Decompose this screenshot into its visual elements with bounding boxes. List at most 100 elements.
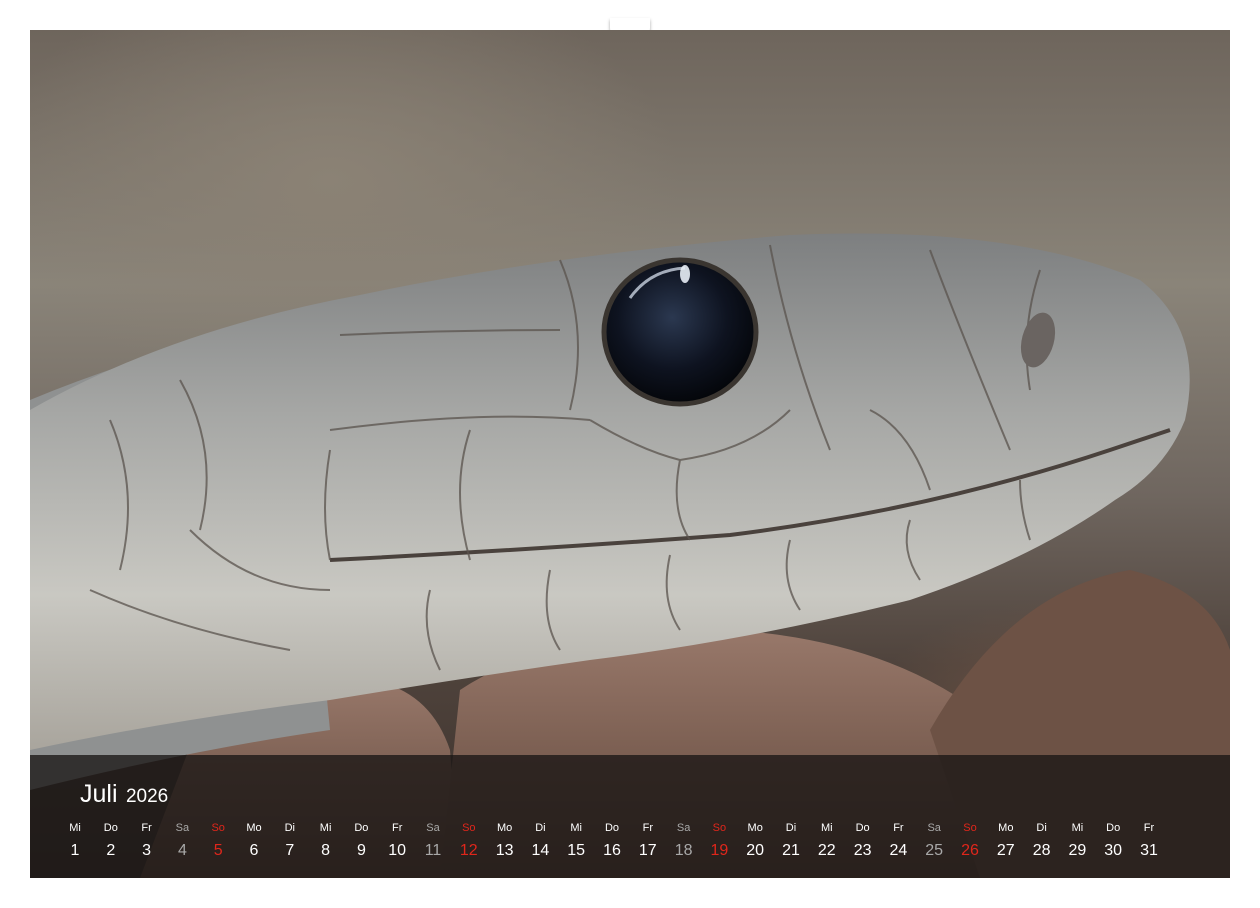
weekday-label: So bbox=[963, 822, 977, 834]
day-number: 24 bbox=[889, 842, 908, 859]
weekday-label: So bbox=[712, 822, 727, 834]
day-cell: Fr 24 bbox=[880, 820, 916, 863]
day-cell: Sa 25 bbox=[916, 820, 952, 863]
day-cell: So 5 bbox=[200, 820, 236, 863]
day-number: 26 bbox=[961, 842, 979, 859]
day-cell: So 19 bbox=[701, 820, 737, 863]
day-number: 31 bbox=[1140, 842, 1158, 859]
day-cell: Do 16 bbox=[594, 820, 630, 863]
day-cell: Do 9 bbox=[343, 820, 379, 863]
day-cell: Sa 18 bbox=[666, 820, 702, 863]
weekday-label: Mo bbox=[496, 822, 513, 834]
snake-head-illustration bbox=[30, 233, 1230, 878]
day-number: 29 bbox=[1068, 842, 1087, 859]
day-number: 6 bbox=[249, 842, 259, 859]
weekday-label: Do bbox=[103, 822, 118, 834]
day-number: 25 bbox=[925, 842, 944, 859]
weekday-label: Mi bbox=[570, 822, 582, 834]
weekday-label: Di bbox=[284, 822, 295, 834]
weekday-label: Mi bbox=[1071, 822, 1084, 834]
day-number: 1 bbox=[70, 842, 80, 859]
day-number: 30 bbox=[1104, 842, 1123, 859]
day-cell: Sa 4 bbox=[164, 820, 200, 863]
day-number: 22 bbox=[817, 842, 836, 859]
day-number: 5 bbox=[213, 842, 223, 859]
weekday-label: Di bbox=[535, 822, 546, 834]
eye bbox=[601, 257, 759, 407]
day-cell: Sa 11 bbox=[415, 820, 451, 863]
day-cell: Mo 20 bbox=[737, 820, 773, 863]
day-cell: Fr 17 bbox=[630, 820, 666, 863]
weekday-label: Fr bbox=[893, 822, 904, 834]
weekday-label: Fr bbox=[141, 822, 152, 834]
day-number: 28 bbox=[1032, 842, 1051, 859]
day-number: 17 bbox=[638, 842, 657, 859]
weekday-label: Fr bbox=[642, 822, 653, 834]
day-number: 20 bbox=[746, 842, 765, 859]
weekday-label: Do bbox=[604, 822, 620, 834]
weekday-label: Mi bbox=[319, 822, 332, 834]
day-number: 3 bbox=[142, 842, 152, 859]
month-year: 2026 bbox=[125, 786, 169, 807]
day-number: 16 bbox=[603, 842, 621, 859]
weekday-label: Do bbox=[855, 822, 870, 834]
day-cell: Mo 13 bbox=[487, 820, 523, 863]
weekday-label: Sa bbox=[676, 822, 691, 834]
calendar-photo bbox=[30, 30, 1230, 878]
day-cell: Mi 22 bbox=[809, 820, 845, 863]
weekday-label: So bbox=[211, 822, 225, 834]
weekday-label: Sa bbox=[426, 822, 440, 834]
day-number: 18 bbox=[674, 842, 693, 859]
day-number: 9 bbox=[356, 842, 366, 859]
day-number: 14 bbox=[531, 842, 550, 859]
day-number: 4 bbox=[177, 842, 187, 859]
day-cell: Mo 27 bbox=[988, 820, 1024, 863]
day-cell: Fr 3 bbox=[129, 820, 165, 863]
day-cell: Di 14 bbox=[522, 820, 558, 863]
day-number: 21 bbox=[782, 842, 800, 859]
day-cell: Mi 8 bbox=[308, 820, 344, 863]
day-cell: So 26 bbox=[952, 820, 988, 863]
weekday-label: Di bbox=[1036, 822, 1047, 834]
day-cell: Fr 31 bbox=[1131, 820, 1167, 863]
day-cell: Fr 10 bbox=[379, 820, 415, 863]
day-cell: Do 23 bbox=[845, 820, 881, 863]
weekday-label: Mi bbox=[69, 822, 81, 834]
weekday-label: Do bbox=[1106, 822, 1121, 834]
day-cell: So 12 bbox=[451, 820, 487, 863]
day-cell: Do 2 bbox=[93, 820, 129, 863]
day-number: 13 bbox=[495, 842, 514, 859]
day-number: 27 bbox=[996, 842, 1015, 859]
weekday-label: Mo bbox=[747, 822, 763, 834]
weekday-label: Sa bbox=[927, 822, 941, 834]
day-number: 2 bbox=[106, 842, 116, 859]
day-number: 8 bbox=[321, 842, 331, 859]
weekday-label: Mo bbox=[246, 822, 262, 834]
day-cell: Mi 15 bbox=[558, 820, 594, 863]
eye-glint bbox=[680, 265, 690, 283]
day-number: 12 bbox=[459, 842, 478, 859]
day-cell: Do 30 bbox=[1095, 820, 1131, 863]
day-number: 11 bbox=[424, 842, 442, 859]
day-cell: Di 7 bbox=[272, 820, 308, 863]
weekday-label: Mi bbox=[820, 822, 833, 834]
weekday-label: So bbox=[462, 822, 476, 834]
weekday-label: Do bbox=[354, 822, 369, 834]
weekday-label: Fr bbox=[1143, 822, 1155, 834]
day-cell: Di 21 bbox=[773, 820, 809, 863]
day-number: 19 bbox=[710, 842, 729, 859]
day-cell: Di 28 bbox=[1024, 820, 1060, 863]
day-cell: Mo 6 bbox=[236, 820, 272, 863]
day-number: 15 bbox=[567, 842, 586, 859]
day-number: 10 bbox=[388, 842, 407, 859]
day-number: 7 bbox=[285, 842, 295, 859]
day-cell: Mi 29 bbox=[1059, 820, 1095, 863]
day-number: 23 bbox=[853, 842, 872, 859]
day-cell: Mi 1 bbox=[57, 820, 93, 863]
weekday-label: Mo bbox=[998, 822, 1014, 834]
month-name: Juli bbox=[80, 780, 118, 808]
calendar-band: Juli 2026 Mi 1 Do 2 Fr 3 Sa 4 So 5 Mo 6 Di 7 Mi 8 Do 9 Fr 1… bbox=[30, 755, 1230, 878]
day-strip: Mi 1 Do 2 Fr 3 Sa 4 So 5 Mo 6 Di 7 Mi 8 Do 9 Fr 10 Sa 11 So 12 M… bbox=[69, 820, 1200, 868]
weekday-label: Fr bbox=[391, 822, 403, 834]
weekday-label: Sa bbox=[175, 822, 190, 834]
